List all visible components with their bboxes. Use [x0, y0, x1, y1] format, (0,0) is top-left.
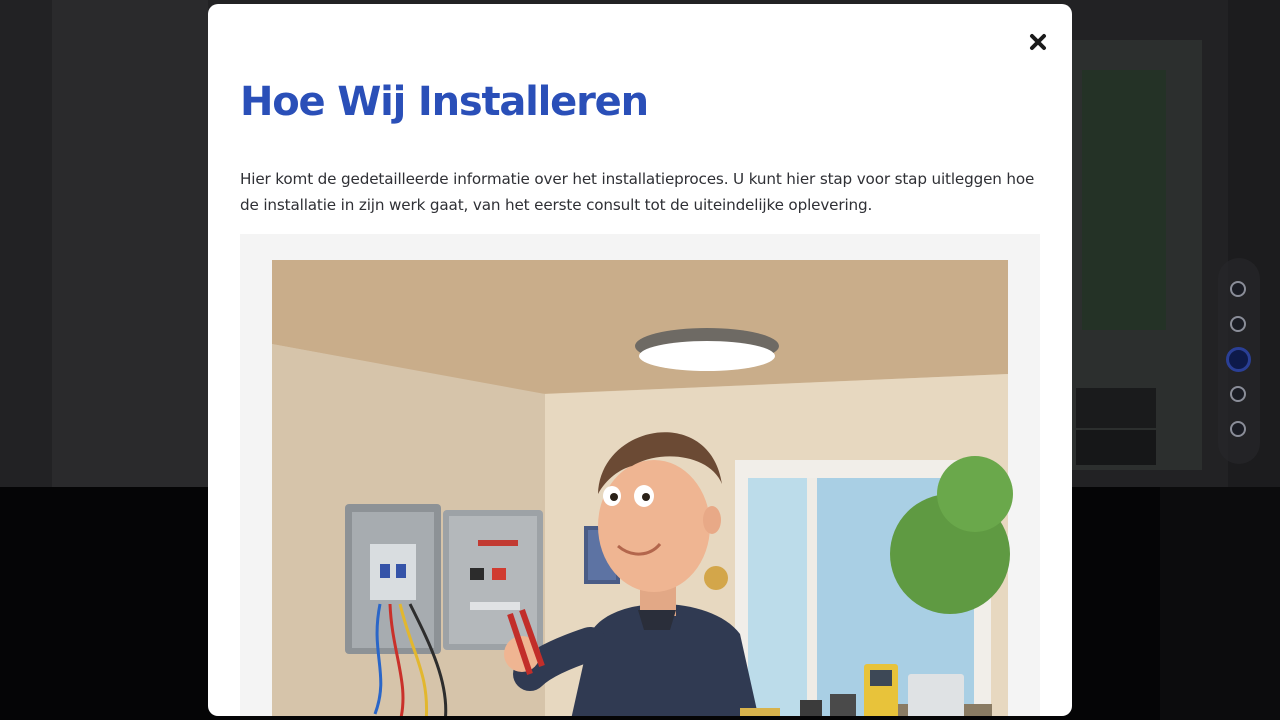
modal-description: Hier komt de gedetailleerde informatie o…: [240, 170, 1035, 214]
background-left-panel: [52, 0, 208, 487]
modal-title: Hoe Wij Installeren: [240, 79, 649, 125]
close-button[interactable]: [1024, 28, 1052, 56]
nav-dot-5[interactable]: [1230, 421, 1246, 437]
installation-info-modal: Hoe Wij Installeren Hier komt de gedetai…: [208, 4, 1072, 716]
nav-dot-3-active[interactable]: [1226, 347, 1251, 372]
nav-dot-1[interactable]: [1230, 281, 1246, 297]
electrician-illustration: [272, 260, 1013, 716]
background-bottom-right: [1160, 487, 1280, 720]
nav-dot-2[interactable]: [1230, 316, 1246, 332]
background-right-block: [1076, 388, 1156, 428]
nav-dot-4[interactable]: [1230, 386, 1246, 402]
close-icon: [1030, 34, 1046, 50]
background-right-block: [1076, 430, 1156, 465]
background-right-image: [1082, 70, 1166, 330]
installation-illustration: [240, 234, 1040, 716]
